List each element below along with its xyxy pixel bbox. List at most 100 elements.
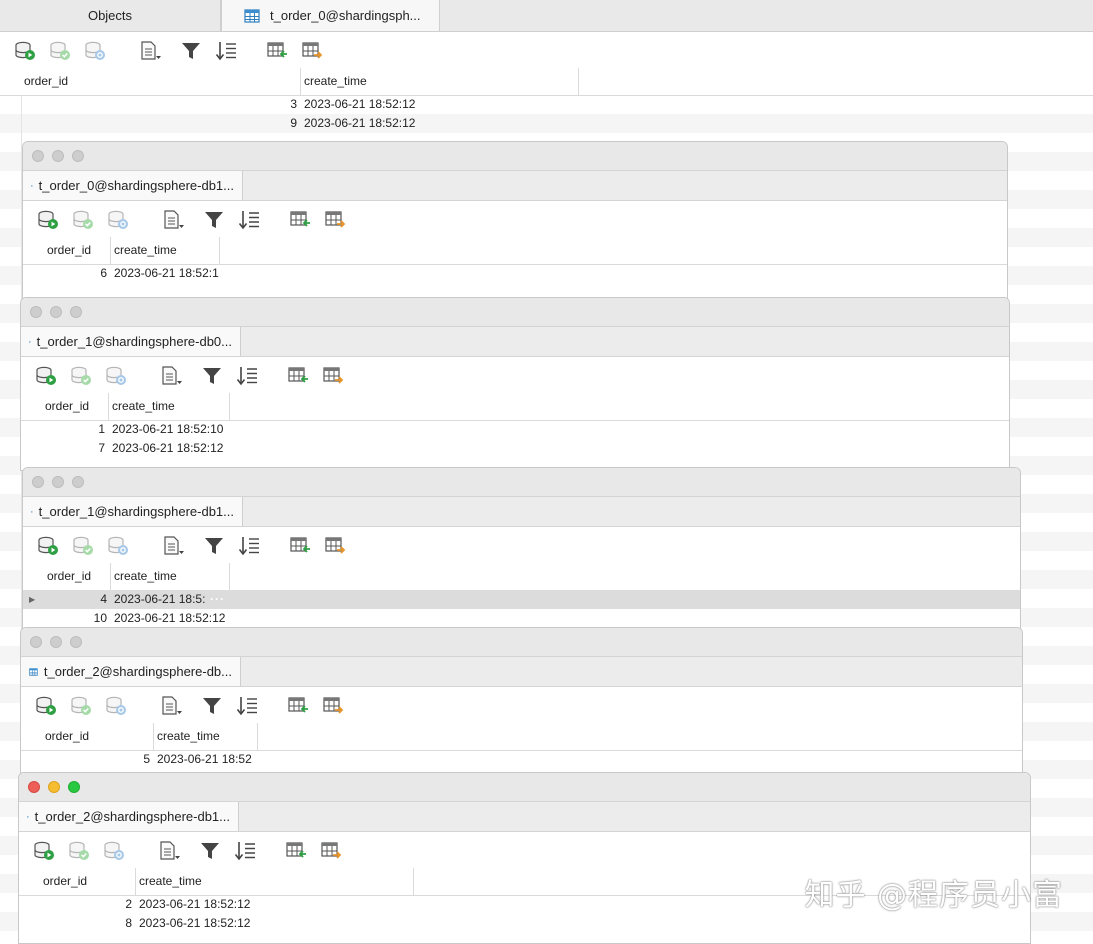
db-refresh-icon[interactable] (107, 210, 129, 230)
filter-icon[interactable] (201, 696, 223, 716)
sort-icon[interactable] (238, 210, 260, 230)
tab-t-order-1-db1[interactable]: t_order_1@shardingsphere-db1... (23, 497, 243, 526)
export-table-icon[interactable] (320, 841, 342, 861)
zoom-button-inactive[interactable] (70, 636, 82, 648)
window-titlebar[interactable] (23, 468, 1020, 497)
export-table-icon[interactable] (324, 536, 346, 556)
filter-icon[interactable] (201, 366, 223, 386)
column-header-order-id[interactable]: order_id (42, 723, 154, 750)
db-commit-icon[interactable] (72, 536, 94, 556)
zoom-button-inactive[interactable] (72, 150, 84, 162)
db-commit-icon[interactable] (70, 696, 92, 716)
db-refresh-icon[interactable] (105, 696, 127, 716)
import-table-icon[interactable] (289, 210, 311, 230)
table-row[interactable]: 9 2023-06-21 18:52:12 (0, 114, 1093, 133)
window-titlebar[interactable] (19, 773, 1030, 802)
column-header-create-time[interactable]: create_time (301, 68, 579, 95)
minimize-button-inactive[interactable] (50, 306, 62, 318)
column-header-create-time[interactable]: create_time (111, 237, 220, 264)
document-dropdown-icon[interactable] (139, 41, 161, 61)
sort-icon[interactable] (215, 41, 237, 61)
minimize-button[interactable] (48, 781, 60, 793)
sort-icon[interactable] (236, 696, 258, 716)
close-button[interactable] (28, 781, 40, 793)
zoom-button-inactive[interactable] (72, 476, 84, 488)
sort-icon[interactable] (238, 536, 260, 556)
column-header-order-id[interactable]: order_id (44, 563, 111, 590)
db-refresh-icon[interactable] (84, 41, 106, 61)
zoom-button[interactable] (68, 781, 80, 793)
column-header-order-id[interactable]: order_id (40, 868, 136, 895)
window-titlebar[interactable] (23, 142, 1007, 171)
db-commit-icon[interactable] (70, 366, 92, 386)
column-header-create-time[interactable]: create_time (154, 723, 258, 750)
tab-objects[interactable]: Objects (0, 0, 221, 31)
export-table-icon[interactable] (301, 41, 323, 61)
sort-icon[interactable] (234, 841, 256, 861)
column-header-create-time[interactable]: create_time (136, 868, 414, 895)
table-row[interactable]: 3 2023-06-21 18:52:12 (0, 95, 1093, 114)
document-dropdown-icon[interactable] (160, 696, 182, 716)
table-row[interactable]: 6 2023-06-21 18:52:1 (23, 264, 1007, 283)
tab-t-order-1-db0[interactable]: t_order_1@shardingsphere-db0... (21, 327, 241, 356)
db-run-icon[interactable] (35, 366, 57, 386)
db-refresh-icon[interactable] (107, 536, 129, 556)
document-dropdown-icon[interactable] (162, 536, 184, 556)
db-commit-icon[interactable] (68, 841, 90, 861)
column-header-create-time[interactable]: create_time (109, 393, 230, 420)
table-row[interactable]: 8 2023-06-21 18:52:12 (19, 914, 1030, 933)
close-button-inactive[interactable] (30, 636, 42, 648)
db-commit-icon[interactable] (49, 41, 71, 61)
table-row[interactable]: 7 2023-06-21 18:52:12 (21, 439, 1009, 458)
column-header-create-time[interactable]: create_time (111, 563, 230, 590)
filter-icon[interactable] (199, 841, 221, 861)
window-titlebar[interactable] (21, 298, 1009, 327)
import-table-icon[interactable] (285, 841, 307, 861)
filter-icon[interactable] (180, 41, 202, 61)
close-button-inactive[interactable] (30, 306, 42, 318)
db-refresh-icon[interactable] (103, 841, 125, 861)
window-titlebar[interactable] (21, 628, 1022, 657)
tab-t-order-2-db1[interactable]: t_order_2@shardingsphere-db1... (19, 802, 239, 831)
db-run-icon[interactable] (37, 536, 59, 556)
db-commit-icon[interactable] (72, 210, 94, 230)
db-run-icon[interactable] (35, 696, 57, 716)
import-table-icon[interactable] (287, 366, 309, 386)
import-table-icon[interactable] (289, 536, 311, 556)
tab-label: t_order_1@shardingsphere-db0... (36, 334, 232, 349)
tab-objects-label: Objects (87, 8, 133, 23)
zoom-button-inactive[interactable] (70, 306, 82, 318)
minimize-button-inactive[interactable] (50, 636, 62, 648)
column-header-order-id[interactable]: order_id (21, 68, 301, 95)
close-button-inactive[interactable] (32, 150, 44, 162)
filter-icon[interactable] (203, 210, 225, 230)
export-table-icon[interactable] (322, 696, 344, 716)
db-run-icon[interactable] (37, 210, 59, 230)
column-header-order-id[interactable]: order_id (42, 393, 109, 420)
export-table-icon[interactable] (324, 210, 346, 230)
document-dropdown-icon[interactable] (162, 210, 184, 230)
tab-t-order-0-db1[interactable]: t_order_0@shardingsphere-db1... (23, 171, 243, 200)
minimize-button-inactive[interactable] (52, 150, 64, 162)
document-dropdown-icon[interactable] (158, 841, 180, 861)
export-table-icon[interactable] (322, 366, 344, 386)
import-table-icon[interactable] (266, 41, 288, 61)
db-run-icon[interactable] (14, 41, 36, 61)
db-run-icon[interactable] (33, 841, 55, 861)
tab-t-order-2-db[interactable]: t_order_2@shardingsphere-db... (21, 657, 241, 686)
db-refresh-icon[interactable] (105, 366, 127, 386)
tab-t-order-0[interactable]: t_order_0@shardingsph... (221, 0, 440, 31)
minimize-button-inactive[interactable] (52, 476, 64, 488)
cell-ellipsis[interactable]: ··· (210, 590, 225, 609)
table-row[interactable]: 1 2023-06-21 18:52:10 (21, 420, 1009, 439)
tab-label: t_order_2@shardingsphere-db1... (34, 809, 230, 824)
close-button-inactive[interactable] (32, 476, 44, 488)
filter-icon[interactable] (203, 536, 225, 556)
table-row[interactable]: 5 2023-06-21 18:52 (21, 750, 1022, 769)
sort-icon[interactable] (236, 366, 258, 386)
table-row[interactable]: 10 2023-06-21 18:52:12 (23, 609, 1020, 628)
document-dropdown-icon[interactable] (160, 366, 182, 386)
column-header-order-id[interactable]: order_id (44, 237, 111, 264)
table-row-selected[interactable]: ▶ 4 2023-06-21 18:5: ··· (23, 590, 1020, 609)
import-table-icon[interactable] (287, 696, 309, 716)
